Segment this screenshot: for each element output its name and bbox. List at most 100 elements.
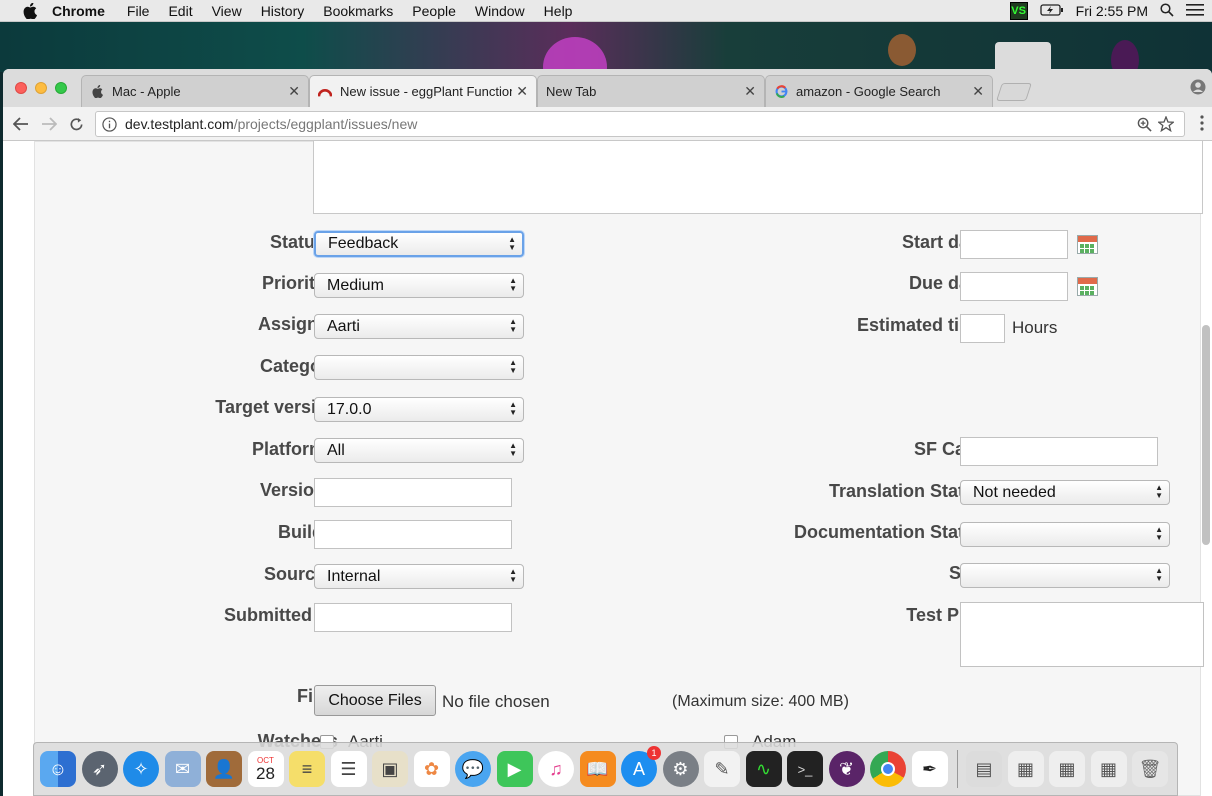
- tab-close-icon[interactable]: ✕: [516, 83, 528, 100]
- target-version-select[interactable]: 17.0.0 ▲ ▼: [314, 397, 524, 422]
- activity-monitor-icon[interactable]: ∿: [745, 751, 782, 787]
- safari-icon[interactable]: ✧: [123, 751, 159, 787]
- window-close-button[interactable]: [15, 82, 27, 94]
- menu-people[interactable]: People: [412, 3, 456, 19]
- menu-history[interactable]: History: [261, 3, 305, 19]
- due-date-input[interactable]: [960, 272, 1068, 301]
- tab-amazon-google-search[interactable]: amazon - Google Search ✕: [765, 75, 993, 107]
- platform-select[interactable]: All ▲ ▼: [314, 438, 524, 463]
- reload-icon[interactable]: [66, 114, 86, 134]
- status-select[interactable]: Feedback ▲ ▼: [314, 231, 524, 257]
- screenshot-stack-icon[interactable]: ▦: [1090, 751, 1127, 787]
- eggplant-icon[interactable]: ❦: [828, 751, 865, 787]
- estimated-time-input[interactable]: [960, 314, 1005, 343]
- url-path: /projects/eggplant/issues/new: [233, 116, 418, 132]
- battery-icon[interactable]: [1039, 3, 1064, 19]
- forward-arrow-icon[interactable]: [39, 114, 59, 134]
- app-store-icon[interactable]: A1: [621, 746, 661, 787]
- facetime-icon[interactable]: ▶: [496, 751, 533, 787]
- calendar-icon[interactable]: [1077, 277, 1098, 296]
- assignee-select[interactable]: Aarti ▲ ▼: [314, 314, 524, 339]
- menu-help[interactable]: Help: [544, 3, 573, 19]
- preview-icon[interactable]: ▣: [372, 751, 408, 787]
- chrome-dock-icon[interactable]: [870, 751, 906, 787]
- document-icon[interactable]: ▤: [966, 751, 1002, 787]
- finder-icon[interactable]: ☺: [40, 751, 76, 787]
- documentation-status-select[interactable]: ▲ ▼: [960, 522, 1170, 547]
- source-select[interactable]: Internal ▲ ▼: [314, 564, 524, 589]
- eggplant-functional-icon[interactable]: ✒: [911, 751, 948, 787]
- chrome-window: Mac - Apple ✕ New issue - eggPlant Funct…: [3, 69, 1212, 796]
- calendar-app-icon[interactable]: OCT 28: [247, 751, 284, 787]
- start-date-input[interactable]: [960, 230, 1068, 259]
- zoom-icon[interactable]: [1137, 117, 1152, 135]
- version-input[interactable]: [314, 478, 512, 507]
- bookmark-star-icon[interactable]: [1156, 115, 1176, 135]
- contacts-icon[interactable]: 👤: [206, 751, 242, 787]
- menu-edit[interactable]: Edit: [168, 3, 192, 19]
- macos-dock: ☺ ➶ ✧ ✉ 👤 OCT 28 ≡ ☰ ▣ ✿ 💬 ▶ ♫ 📖 A1 ⚙ ✎ ∿…: [33, 742, 1178, 796]
- mail-stamp-icon[interactable]: ✉: [164, 751, 201, 787]
- tab-new-issue[interactable]: New issue - eggPlant Functional ✕: [309, 75, 537, 107]
- build-input[interactable]: [314, 520, 512, 549]
- tab-close-icon[interactable]: ✕: [744, 83, 756, 100]
- desktop-decoration-icons: [543, 34, 1139, 72]
- url-host: dev.testplant.com: [125, 116, 234, 132]
- vs-status-icon[interactable]: VS: [1009, 2, 1028, 20]
- textedit-icon[interactable]: ✎: [704, 751, 740, 787]
- chrome-menu-icon[interactable]: [1200, 115, 1204, 136]
- submitted-by-input[interactable]: [314, 603, 512, 632]
- tab-title: New issue - eggPlant Functional: [340, 84, 513, 99]
- apple-icon: [90, 85, 104, 99]
- screenshot-stack-icon[interactable]: ▦: [1049, 751, 1085, 787]
- no-file-chosen-text: No file chosen: [442, 692, 550, 711]
- menubar-clock[interactable]: Fri 2:55 PM: [1076, 3, 1148, 19]
- priority-select[interactable]: Medium ▲ ▼: [314, 273, 524, 298]
- calendar-icon[interactable]: [1077, 235, 1098, 254]
- description-textarea[interactable]: [313, 140, 1203, 214]
- terminal-icon[interactable]: >_: [787, 751, 823, 787]
- test-plan-textarea[interactable]: [960, 602, 1204, 667]
- back-arrow-icon[interactable]: [11, 114, 31, 134]
- translation-status-select[interactable]: Not needed ▲ ▼: [960, 480, 1170, 505]
- menubar-app-name[interactable]: Chrome: [52, 3, 105, 19]
- window-minimize-button[interactable]: [35, 82, 47, 94]
- launchpad-icon[interactable]: ➶: [81, 751, 118, 787]
- screenshot-stack-icon[interactable]: ▦: [1007, 751, 1044, 787]
- itunes-icon[interactable]: ♫: [538, 751, 574, 787]
- messages-icon[interactable]: 💬: [455, 751, 491, 787]
- tab-strip: Mac - Apple ✕ New issue - eggPlant Funct…: [3, 69, 1212, 107]
- choose-files-button[interactable]: Choose Files: [314, 685, 436, 716]
- system-preferences-icon[interactable]: ⚙: [662, 751, 699, 787]
- window-zoom-button[interactable]: [55, 82, 67, 94]
- redmine-icon: [318, 85, 332, 99]
- menu-view[interactable]: View: [212, 3, 242, 19]
- menu-bookmarks[interactable]: Bookmarks: [323, 3, 393, 19]
- notes-icon[interactable]: ≡: [289, 751, 325, 787]
- notification-center-icon[interactable]: [1186, 3, 1204, 20]
- tab-new-tab[interactable]: New Tab ✕: [537, 75, 765, 107]
- calendar-day: 28: [256, 763, 275, 783]
- tab-title: Mac - Apple: [112, 84, 181, 99]
- reminders-icon[interactable]: ☰: [330, 751, 367, 787]
- tab-mac-apple[interactable]: Mac - Apple ✕: [81, 75, 309, 107]
- profile-icon[interactable]: [1190, 79, 1206, 100]
- photos-icon[interactable]: ✿: [413, 751, 450, 787]
- info-icon[interactable]: [102, 116, 117, 132]
- ibooks-icon[interactable]: 📖: [579, 751, 616, 787]
- tab-close-icon[interactable]: ✕: [972, 83, 984, 100]
- sf-case-input[interactable]: [960, 437, 1158, 466]
- new-tab-button[interactable]: [996, 83, 1032, 101]
- size-select[interactable]: ▲ ▼: [960, 563, 1170, 588]
- issue-form-panel: Status* Priority* Assignee Category Targ…: [34, 140, 1204, 796]
- tab-close-icon[interactable]: ✕: [288, 83, 300, 100]
- menu-window[interactable]: Window: [475, 3, 525, 19]
- spotlight-search-icon[interactable]: [1160, 2, 1174, 20]
- address-bar[interactable]: dev.testplant.com/projects/eggplant/issu…: [95, 111, 1185, 137]
- macos-menubar: Chrome File Edit View History Bookmarks …: [0, 0, 1212, 22]
- menu-file[interactable]: File: [127, 3, 150, 19]
- category-select[interactable]: ▲ ▼: [314, 355, 524, 380]
- apple-menu-icon[interactable]: [20, 2, 40, 19]
- trash-icon[interactable]: 🗑: [1132, 751, 1168, 787]
- page-scrollbar[interactable]: [1202, 325, 1210, 545]
